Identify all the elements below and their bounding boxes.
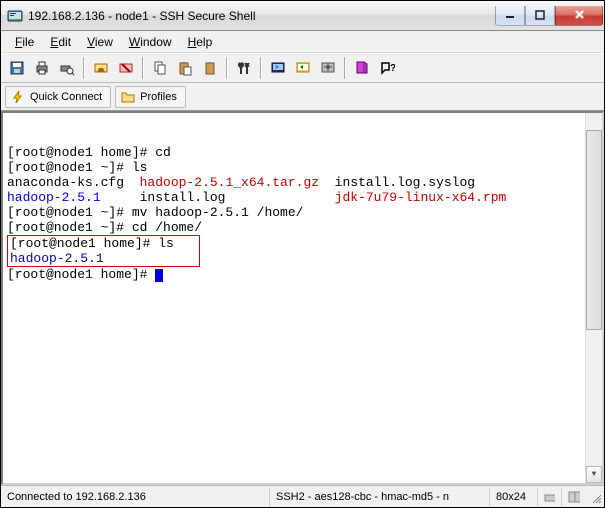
disconnect-button[interactable] [114,56,138,80]
menu-edit[interactable]: Edit [42,33,79,51]
terminal-line: [root@node1 home]# cd [7,145,598,160]
toolbar-separator [226,57,228,79]
new-terminal-button[interactable]: >_ [266,56,290,80]
menu-window[interactable]: Window [121,33,180,51]
window-title: 192.168.2.136 - node1 - SSH Secure Shell [28,9,495,23]
app-icon [7,8,23,24]
settings-button[interactable] [316,56,340,80]
app-window: 192.168.2.136 - node1 - SSH Secure Shell… [0,0,605,508]
lightning-icon [10,89,26,105]
titlebar: 192.168.2.136 - node1 - SSH Secure Shell [1,1,604,31]
connectbar: Quick Connect Profiles [1,83,604,111]
resize-grip[interactable] [586,488,604,506]
scrollbar[interactable]: ▲ ▼ [585,113,602,483]
highlight-box: [root@node1 home]# lshadoop-2.5.1 [7,235,200,267]
minimize-button[interactable] [495,6,525,26]
quick-connect-button[interactable]: Quick Connect [5,86,111,108]
maximize-button[interactable] [525,6,555,26]
paste-button[interactable] [173,56,197,80]
terminal-line: [root@node1 ~]# mv hadoop-2.5.1 /home/ [7,205,598,220]
copy-button[interactable] [148,56,172,80]
save-button[interactable] [5,56,29,80]
terminal-line: anaconda-ks.cfg hadoop-2.5.1_x64.tar.gz … [7,175,598,190]
print-button[interactable] [30,56,54,80]
folder-icon [120,89,136,105]
menu-file[interactable]: File [7,33,42,51]
svg-text:?: ? [390,63,395,74]
toolbar-separator [83,57,85,79]
help-contents-button[interactable] [350,56,374,80]
toolbar-separator [260,57,262,79]
status-indicator-1 [538,488,562,506]
cursor [155,269,163,282]
profiles-label: Profiles [140,91,177,103]
status-indicator-2 [562,488,586,506]
profiles-button[interactable]: Profiles [115,86,186,108]
terminal-line: hadoop-2.5.1 install.log jdk-7u79-linux-… [7,190,598,205]
terminal-line: [root@node1 home]# [7,267,598,282]
find-button[interactable] [232,56,256,80]
terminal-line: hadoop-2.5.1 [10,251,197,266]
context-help-button[interactable]: ? [375,56,399,80]
scroll-down-button[interactable]: ▼ [586,466,602,483]
menu-view[interactable]: View [79,33,121,51]
toolbar-separator [142,57,144,79]
window-controls [495,6,603,26]
status-cipher: SSH2 - aes128-cbc - hmac-md5 - n [270,488,490,506]
toolbar: >_ ? [1,53,604,83]
new-file-transfer-button[interactable] [291,56,315,80]
menubar: File Edit View Window Help [1,31,604,53]
terminal-line: [root@node1 ~]# ls [7,160,598,175]
menu-help[interactable]: Help [180,33,221,51]
terminal-line: [root@node1 home]# ls [10,236,197,251]
terminal[interactable]: [root@node1 home]# cd[root@node1 ~]# lsa… [1,111,604,485]
toolbar-separator [344,57,346,79]
status-size: 80x24 [490,488,538,506]
svg-text:>_: >_ [275,65,283,71]
clipboard-button[interactable] [198,56,222,80]
close-button[interactable] [555,6,603,26]
terminal-line: [root@node1 ~]# cd /home/ [7,220,598,235]
status-connection: Connected to 192.168.2.136 [1,488,270,506]
quick-connect-label: Quick Connect [30,91,102,103]
scroll-thumb[interactable] [586,130,602,330]
connect-button[interactable] [89,56,113,80]
statusbar: Connected to 192.168.2.136 SSH2 - aes128… [1,485,604,507]
print-preview-button[interactable] [55,56,79,80]
